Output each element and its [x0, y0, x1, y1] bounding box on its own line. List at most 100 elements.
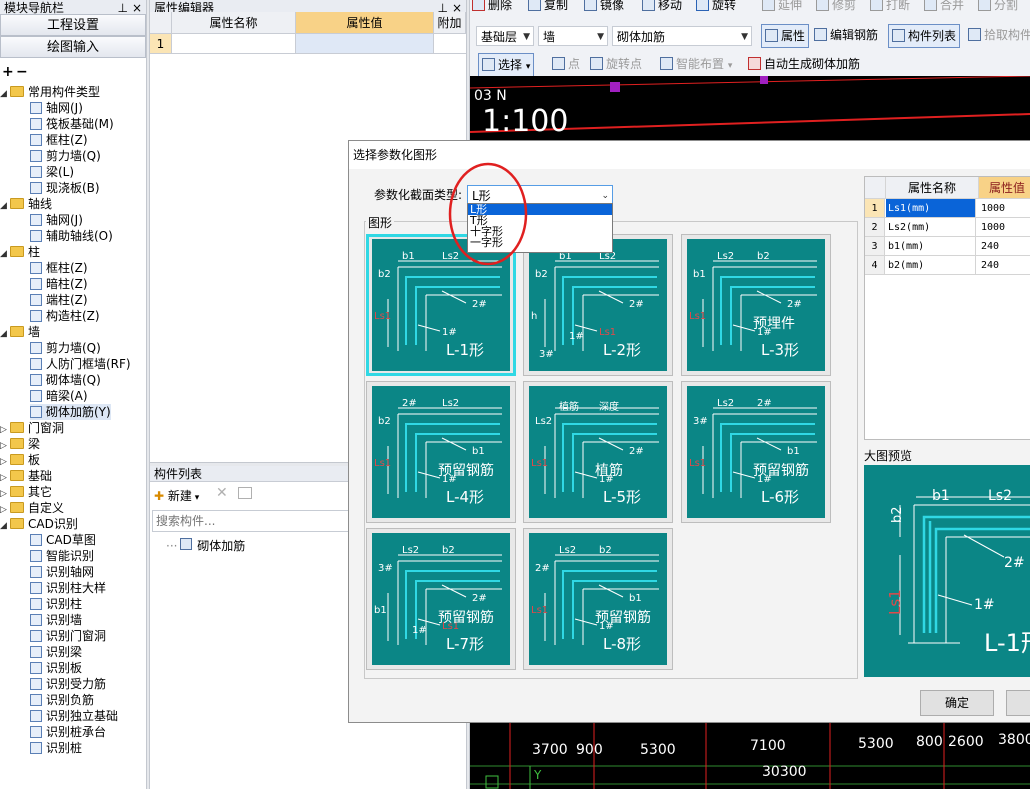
shape-tile[interactable]: 2# Ls2 b2 b1 Ls1 1# 预留钢筋 L-4形 — [366, 381, 516, 523]
collapse-all-icon[interactable]: − — [16, 64, 28, 80]
tree-folder[interactable]: ▷ 门窗洞 — [0, 420, 64, 436]
tree-folder[interactable]: ◢ CAD识别 — [0, 516, 78, 532]
move-button[interactable]: 移动 — [642, 0, 682, 16]
param-key[interactable]: Ls2(mm) — [886, 218, 976, 236]
tree-item[interactable]: 智能识别 — [30, 548, 94, 564]
tree-item[interactable]: 识别柱 — [30, 596, 82, 612]
param-value[interactable]: 1000 — [979, 218, 1030, 236]
layer-select[interactable]: 基础层 ▼ — [476, 26, 534, 46]
cancel-button[interactable]: 取消 — [1006, 690, 1030, 716]
param-value[interactable]: 240 — [979, 256, 1030, 274]
tree-item[interactable]: 识别受力筋 — [30, 676, 106, 692]
tree-item[interactable]: 剪力墙(Q) — [30, 340, 101, 356]
tree-item[interactable]: 现浇板(B) — [30, 180, 100, 196]
tree-item[interactable]: 识别桩 — [30, 740, 82, 756]
prop-extra-cell[interactable] — [434, 34, 466, 54]
tree-item[interactable]: 框柱(Z) — [30, 132, 88, 148]
tree-item[interactable]: 剪力墙(Q) — [30, 148, 101, 164]
copy-icon[interactable] — [238, 487, 252, 499]
param-key[interactable]: b2(mm) — [886, 256, 976, 274]
trim-button[interactable]: 修剪 — [816, 0, 856, 16]
copy-button[interactable]: 复制 — [528, 0, 568, 16]
tree-item[interactable]: 筏板基础(M) — [30, 116, 114, 132]
param-value[interactable]: 240 — [979, 237, 1030, 255]
param-col-name[interactable]: 属性名称 — [886, 177, 979, 199]
tree-item[interactable]: 识别负筋 — [30, 692, 94, 708]
tree-folder[interactable]: ◢ 轴线 — [0, 196, 52, 212]
tree-folder[interactable]: ▷ 基础 — [0, 468, 52, 484]
collapse-icon[interactable]: ◢ — [0, 198, 10, 214]
param-key[interactable]: Ls1(mm) — [886, 199, 976, 217]
delete-button[interactable]: 删除 — [472, 0, 512, 16]
extend-button[interactable]: 延伸 — [762, 0, 802, 16]
type-select[interactable]: 墙 ▼ — [538, 26, 608, 46]
tree-item[interactable]: 暗柱(Z) — [30, 276, 88, 292]
param-row[interactable]: 1 Ls1(mm) 1000 — [865, 199, 1030, 218]
tree-item[interactable]: 识别板 — [30, 660, 82, 676]
param-key[interactable]: b1(mm) — [886, 237, 976, 255]
shape-tile[interactable]: Ls2 b2 b1 2# Ls1 1# 预埋件 L-3形 — [681, 234, 831, 376]
param-value[interactable]: 1000 — [979, 199, 1030, 217]
param-row[interactable]: 3 b1(mm) 240 — [865, 237, 1030, 256]
smart-layout-button[interactable]: 智能布置 ▾ — [660, 53, 732, 75]
tree-item[interactable]: 暗梁(A) — [30, 388, 88, 404]
shape-tile[interactable]: 植筋 深度 Ls2 2# Ls1 1# 植筋 L-5形 — [523, 381, 673, 523]
tree-item[interactable]: 辅助轴线(O) — [30, 228, 113, 244]
shape-tile[interactable]: b1 Ls2 b2 2# h Ls1 1# 3# L-2形 — [523, 234, 673, 376]
tree-item[interactable]: 识别门窗洞 — [30, 628, 106, 644]
properties-button[interactable]: 属性 — [761, 24, 810, 48]
col-extra[interactable]: 附加 — [434, 12, 466, 34]
param-col-value[interactable]: 属性值 — [979, 177, 1030, 199]
tree-item[interactable]: 人防门框墙(RF) — [30, 356, 131, 372]
shape-tile[interactable]: Ls2 2# 3# b1 Ls1 1# 预留钢筋 L-6形 — [681, 381, 831, 523]
split-button[interactable]: 分割 — [978, 0, 1018, 16]
tree-folder[interactable]: ◢ 柱 — [0, 244, 40, 260]
pick-component-button[interactable]: 拾取构件 — [968, 24, 1030, 46]
prop-name-cell[interactable] — [172, 34, 296, 54]
collapse-icon[interactable]: ◢ — [0, 326, 10, 342]
draw-input-button[interactable]: 绘图输入 — [0, 36, 146, 58]
tree-item[interactable]: 轴网(J) — [30, 100, 83, 116]
shape-tile[interactable]: Ls2 b2 3# 2# b1 Ls1 1# 预留钢筋 L-7形 — [366, 528, 516, 670]
point-button[interactable]: 点 — [552, 53, 580, 75]
splitter[interactable] — [146, 0, 150, 789]
tree-folder[interactable]: ◢ 常用构件类型 — [0, 84, 100, 100]
tree-item[interactable]: 砌体加筋(Y) — [30, 404, 111, 420]
tree-item[interactable]: 梁(L) — [30, 164, 74, 180]
col-prop-value[interactable]: 属性值 — [296, 12, 434, 34]
tree-item[interactable]: 端柱(Z) — [30, 292, 88, 308]
tree-folder[interactable]: ▷ 梁 — [0, 436, 40, 452]
tree-item[interactable]: 识别墙 — [30, 612, 82, 628]
component-list-button[interactable]: 构件列表 — [888, 24, 961, 48]
edit-rebar-button[interactable]: 编辑钢筋 — [814, 24, 878, 46]
param-row[interactable]: 2 Ls2(mm) 1000 — [865, 218, 1030, 237]
auto-generate-button[interactable]: 自动生成砌体加筋 — [748, 53, 860, 75]
tree-item[interactable]: CAD草图 — [30, 532, 96, 548]
tree-folder[interactable]: ▷ 自定义 — [0, 500, 64, 516]
merge-button[interactable]: 合并 — [924, 0, 964, 16]
tree-folder[interactable]: ▷ 其它 — [0, 484, 52, 500]
tree-folder[interactable]: ▷ 板 — [0, 452, 40, 468]
collapse-icon[interactable]: ◢ — [0, 86, 10, 102]
tree-item[interactable]: 构造柱(Z) — [30, 308, 100, 324]
tree-item[interactable]: 轴网(J) — [30, 212, 83, 228]
break-button[interactable]: 打断 — [870, 0, 910, 16]
tree-item[interactable]: 识别柱大样 — [30, 580, 106, 596]
tree-folder[interactable]: ◢ 墙 — [0, 324, 40, 340]
collapse-icon[interactable]: ◢ — [0, 246, 10, 262]
tree-item[interactable]: 框柱(Z) — [30, 260, 88, 276]
select-button[interactable]: 选择 ▾ — [478, 53, 535, 77]
component-item[interactable]: ··· 砌体加筋 — [166, 537, 245, 554]
tree-item[interactable]: 识别独立基础 — [30, 708, 118, 724]
tree-item[interactable]: 识别轴网 — [30, 564, 94, 580]
shape-tile[interactable]: Ls2 b2 2# b1 Ls1 1# 预留钢筋 L-8形 — [523, 528, 673, 670]
ok-button[interactable]: 确定 — [920, 690, 994, 716]
param-row[interactable]: 4 b2(mm) 240 — [865, 256, 1030, 275]
col-prop-name[interactable]: 属性名称 — [172, 12, 296, 34]
project-settings-button[interactable]: 工程设置 — [0, 14, 146, 36]
expand-all-icon[interactable]: + — [2, 64, 14, 80]
rotate-point-button[interactable]: 旋转点 — [590, 53, 642, 75]
tree-item[interactable]: 砌体墙(Q) — [30, 372, 101, 388]
delete-icon[interactable]: ✕ — [216, 485, 228, 501]
tree-item[interactable]: 识别桩承台 — [30, 724, 106, 740]
